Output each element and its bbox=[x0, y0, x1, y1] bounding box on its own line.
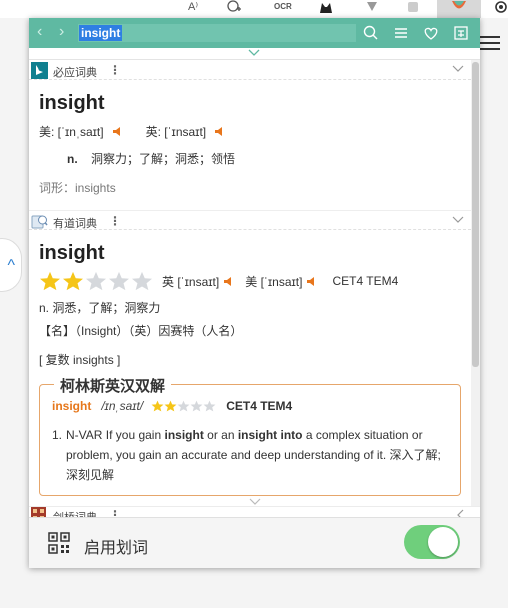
search-query-highlight: insight bbox=[79, 25, 123, 41]
search-icon[interactable] bbox=[362, 24, 380, 42]
headword: insight bbox=[39, 92, 105, 114]
headword: insight bbox=[39, 242, 105, 264]
youdao-section-header[interactable]: 有道词典 ⋮ bbox=[29, 210, 471, 230]
heart-icon[interactable] bbox=[422, 24, 440, 42]
select-to-translate-label: 启用划词 bbox=[84, 540, 149, 557]
youdao-entry: insight 英 [ˈɪnsaɪt] 美 [ˈɪnsaɪt] CET4 TEM… bbox=[29, 230, 471, 368]
us-phonetic: 美 [ˈɪnsaɪt] bbox=[245, 274, 303, 289]
dictionary-extension-button[interactable] bbox=[437, 0, 481, 18]
collins-exam-tags: CET4 TEM4 bbox=[226, 399, 293, 413]
select-to-translate-toggle[interactable] bbox=[404, 525, 460, 559]
more-options-icon[interactable]: ⋮ bbox=[109, 63, 121, 77]
definition-text: 洞察力；了解；洞悉；领悟 bbox=[91, 152, 236, 166]
basic-definition: n. 洞悉，了解；洞察力 bbox=[39, 301, 161, 315]
star-empty-icon bbox=[177, 400, 190, 412]
collins-headword: insight bbox=[52, 399, 92, 413]
settings-icon[interactable] bbox=[494, 0, 508, 14]
collins-stars bbox=[151, 400, 216, 412]
chevron-up-icon: ^ bbox=[7, 257, 15, 274]
sense-text: N-VAR If you gain insight or an insight … bbox=[66, 428, 441, 482]
part-of-speech: n. bbox=[67, 152, 78, 166]
read-aloud-icon[interactable]: A⁾ bbox=[188, 0, 198, 14]
chevron-down-icon bbox=[248, 49, 260, 56]
favorites-add-icon[interactable] bbox=[226, 0, 242, 14]
youdao-logo-icon bbox=[31, 213, 48, 230]
uk-phonetic: 英: [ˈɪnsaɪt] bbox=[145, 125, 207, 139]
star-filled-icon bbox=[40, 271, 60, 291]
star-empty-icon bbox=[132, 271, 152, 291]
sense-number: 1. bbox=[52, 428, 63, 442]
collins-sense: 1. N-VAR If you gain insight or an insig… bbox=[52, 425, 450, 485]
qr-code-icon[interactable] bbox=[48, 532, 70, 554]
pin-extension-icon[interactable] bbox=[366, 0, 378, 14]
collins-panel: 柯林斯英汉双解 insight /ɪnˌsaɪt/ CET4 TEM4 1. N… bbox=[39, 375, 461, 496]
word-forms: 词形：insights bbox=[39, 181, 116, 195]
speaker-icon[interactable] bbox=[223, 276, 235, 287]
popup-header: ‹ › insight bbox=[29, 18, 480, 48]
forward-arrow-icon[interactable]: › bbox=[59, 23, 64, 41]
name-definition: 【名】（Insight）（英）因赛特（人名） bbox=[39, 324, 243, 338]
uk-phonetic: 英 [ˈɪnsaɪt] bbox=[162, 274, 220, 289]
page-side-button[interactable]: ^ bbox=[0, 238, 22, 292]
star-empty-icon bbox=[109, 271, 129, 291]
puzzle-extension-icon[interactable] bbox=[406, 0, 420, 14]
us-phonetic: 美: [ˈɪnˌsaɪt] bbox=[39, 125, 104, 139]
speaker-icon[interactable] bbox=[306, 276, 318, 287]
dictionary-results[interactable]: 必应词典 ⋮ insight 美: [ˈɪnˌsaɪt] 英: [ˈɪnsaɪt… bbox=[29, 60, 471, 506]
collapse-all-bar[interactable] bbox=[29, 48, 480, 60]
star-filled-icon bbox=[151, 400, 164, 412]
collins-pronunciation: /ɪnˌsaɪt/ bbox=[101, 399, 144, 413]
frequency-stars bbox=[39, 271, 154, 291]
scrollbar[interactable] bbox=[471, 60, 480, 506]
bing-entry: insight 美: [ˈɪnˌsaɪt] 英: [ˈɪnsaɪt] n. 洞察… bbox=[29, 80, 471, 210]
star-filled-icon bbox=[63, 271, 83, 291]
star-empty-icon bbox=[86, 271, 106, 291]
definition-row: n. 洞察力；了解；洞悉；领悟 bbox=[39, 150, 461, 167]
more-options-icon[interactable]: ⋮ bbox=[109, 214, 121, 228]
phonetics-row: 美: [ˈɪnˌsaɪt] 英: [ˈɪnsaɪt] bbox=[39, 123, 461, 140]
chevron-down-icon[interactable] bbox=[451, 64, 465, 74]
dict-name: 有道词典 bbox=[53, 218, 97, 230]
collins-headline: insight /ɪnˌsaɪt/ CET4 TEM4 bbox=[52, 399, 450, 413]
bing-logo-icon bbox=[31, 62, 48, 79]
chevron-down-icon[interactable] bbox=[451, 215, 465, 225]
wordbook-icon[interactable] bbox=[452, 24, 470, 42]
menu-icon[interactable] bbox=[392, 24, 410, 42]
star-filled-icon bbox=[164, 400, 177, 412]
dict-name: 必应词典 bbox=[53, 67, 97, 79]
star-empty-icon bbox=[190, 400, 203, 412]
speaker-icon[interactable] bbox=[112, 126, 124, 137]
browser-menu-icon[interactable] bbox=[478, 36, 500, 52]
bing-section-header[interactable]: 必应词典 ⋮ bbox=[29, 60, 471, 80]
star-empty-icon bbox=[203, 400, 216, 412]
plural-form: [ 复数 insights ] bbox=[39, 353, 121, 367]
exam-tags: CET4 TEM4 bbox=[332, 274, 399, 288]
ocr-extension-icon[interactable]: OCR bbox=[274, 0, 292, 14]
chevron-down-icon[interactable] bbox=[248, 497, 262, 507]
scrollbar-thumb[interactable] bbox=[472, 62, 479, 367]
browser-toolbar: A⁾ OCR bbox=[0, 0, 508, 18]
dictionary-popup: ‹ › insight 必应词典 ⋮ insight bbox=[29, 18, 480, 568]
cat-extension-icon[interactable] bbox=[318, 0, 334, 14]
back-arrow-icon[interactable]: ‹ bbox=[37, 23, 42, 41]
popup-footer: 启用划词 bbox=[29, 517, 480, 568]
collins-title: 柯林斯英汉双解 bbox=[54, 375, 172, 396]
rating-phonetics-row: 英 [ˈɪnsaɪt] 美 [ˈɪnsaɪt] CET4 TEM4 bbox=[39, 271, 461, 291]
toggle-knob bbox=[428, 527, 458, 557]
speaker-icon[interactable] bbox=[214, 126, 226, 137]
